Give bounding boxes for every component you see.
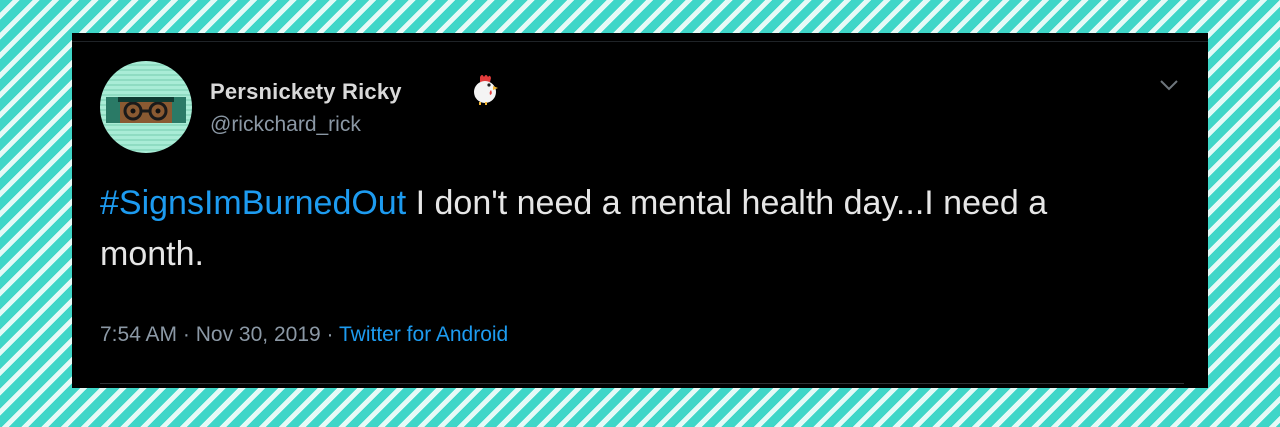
chevron-down-icon[interactable]	[1158, 77, 1180, 93]
rooster-emoji-icon	[470, 73, 500, 105]
tweet-text: #SignsImBurnedOut I don't need a mental …	[100, 178, 1160, 280]
tweet-card: Persnickety Ricky @rickchard_rick #Signs…	[72, 33, 1208, 388]
bottom-divider	[100, 383, 1184, 384]
avatar-icon	[106, 97, 186, 123]
meta-separator: ·	[326, 323, 334, 346]
tweet-meta: 7:54 AM · Nov 30, 2019 · Twitter for And…	[100, 323, 508, 347]
author-handle[interactable]: @rickchard_rick	[210, 113, 361, 137]
tweet-time[interactable]: 7:54 AM	[100, 323, 177, 346]
meta-separator: ·	[182, 323, 190, 346]
author-name[interactable]: Persnickety Ricky	[210, 79, 402, 105]
avatar[interactable]	[100, 61, 192, 153]
tweet-date[interactable]: Nov 30, 2019	[196, 323, 321, 346]
hashtag-link[interactable]: #SignsImBurnedOut	[100, 184, 406, 222]
top-divider	[72, 41, 1208, 42]
tweet-source-link[interactable]: Twitter for Android	[339, 323, 508, 346]
